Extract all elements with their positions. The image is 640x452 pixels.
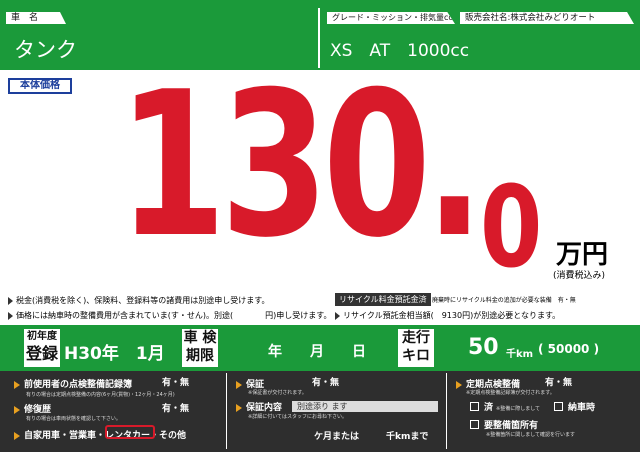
repair-history-choice: 有・無: [162, 404, 190, 414]
warranty-content: 保証内容: [236, 400, 282, 413]
check-delivery-label: 納車時: [568, 403, 596, 413]
mileage-value: 50: [468, 335, 499, 360]
note-line2: 価格には納車時の整備費用が含まれていま(す・せん)。別途( 円)申し受けます。: [8, 310, 331, 321]
details-section: 前使用者の点検整備記録簿 有・無 有りの場合は定期点検整備の内容(6ヶ月(貨物)…: [0, 371, 640, 452]
check-done-note: ※整備に際しまして: [496, 406, 541, 412]
warranty-period: ケ月または 千kmまで: [314, 432, 429, 442]
maintenance-record-note: 有りの場合は定期点検整備の内容(6ヶ月(貨物)・12ヶ月・24ヶ月): [26, 392, 175, 398]
car-name-label: 車 名: [6, 12, 66, 24]
check-needs-label: 要整備箇所有: [484, 421, 539, 431]
usage-selected-highlight: [105, 425, 155, 439]
recycle-label: リサイクル料金預託金済: [335, 293, 431, 306]
first-reg-label: 初年度 登録: [24, 329, 60, 367]
maintenance-record: 前使用者の点検整備記録簿: [14, 377, 132, 390]
mileage-label: 走行 キロ: [398, 329, 434, 367]
inspection-value: 年 月 日: [268, 344, 366, 360]
warranty-content-value: 別途添り ます: [292, 401, 438, 412]
arrow-icon: [456, 380, 462, 389]
warranty-choice: 有・無: [312, 378, 340, 388]
column-divider: [226, 373, 227, 449]
check-needs-note: ※整備箇所に関しまして確認を行います: [486, 432, 576, 438]
bullet-icon: [335, 311, 340, 320]
inspection-label: 車 検 期限: [182, 329, 218, 367]
usage-type: 自家用車・営業車・レンタカー・その他: [14, 428, 186, 441]
mileage-exact: ( 50000 ): [538, 342, 600, 356]
arrow-icon: [14, 405, 20, 414]
warranty-content-note: ※詳細に付いてはスタッフにお尋ね下さい。: [248, 414, 347, 420]
price-card: 車 名 タンク グレード・ミッション・排気量cc 販売会社名:株式会社みどりオー…: [0, 0, 640, 452]
dealer-label: 販売会社名:株式会社みどりオート: [460, 12, 634, 24]
column-divider: [446, 373, 447, 449]
price-decimal: 0: [480, 163, 542, 293]
recycle-note2: リサイクル預託金相当額( 9130円)が別途必要となります。: [335, 310, 560, 321]
tax-note: (消費税込み): [553, 271, 606, 281]
price-label: 本体価格: [8, 78, 72, 94]
grade-label: グレード・ミッション・排気量cc: [327, 12, 455, 24]
note-line1: 税金(消費税を除く)、保険料、登録料等の諸費用は別途申し受けます。: [8, 295, 269, 306]
checkbox-needs-maintenance[interactable]: [470, 420, 479, 429]
recycle-note1: 廃棄時にリサイクル料金の追加が必要な装備 有・無: [432, 297, 576, 304]
arrow-icon: [14, 380, 20, 389]
arrow-icon: [236, 380, 242, 389]
checkbox-on-delivery[interactable]: [554, 402, 563, 411]
repair-history-note: 有りの場合は車両状態を確認して下さい。: [26, 416, 121, 422]
maintenance-record-choice: 有・無: [162, 378, 190, 388]
bullet-icon: [8, 311, 13, 320]
repair-history: 修復歴: [14, 402, 51, 415]
checkbox-done[interactable]: [470, 402, 479, 411]
periodic-inspection-note: ※定期点検整備記録簿が交付されます。: [466, 390, 555, 396]
bullet-icon: [8, 296, 13, 305]
car-name: タンク: [14, 38, 77, 62]
arrow-icon: [236, 403, 242, 412]
periodic-inspection-choice: 有・無: [545, 378, 573, 388]
price-value: 130. 0: [118, 49, 579, 285]
first-reg-value: H30年 1月: [64, 344, 165, 364]
check-done-label: 済: [484, 403, 494, 413]
registration-bar: 初年度 登録 H30年 1月 車 検 期限 年 月 日 走行 キロ 50 千km…: [0, 325, 640, 371]
price-unit: 万円: [556, 240, 609, 270]
price-integer: 130.: [118, 49, 484, 282]
warranty-note: ※保証書が交付されます。: [248, 390, 307, 396]
mileage-unit: 千km: [506, 349, 534, 360]
notes-section: 税金(消費税を除く)、保険料、登録料等の諸費用は別途申し受けます。 価格には納車…: [0, 291, 640, 325]
arrow-icon: [14, 431, 20, 440]
